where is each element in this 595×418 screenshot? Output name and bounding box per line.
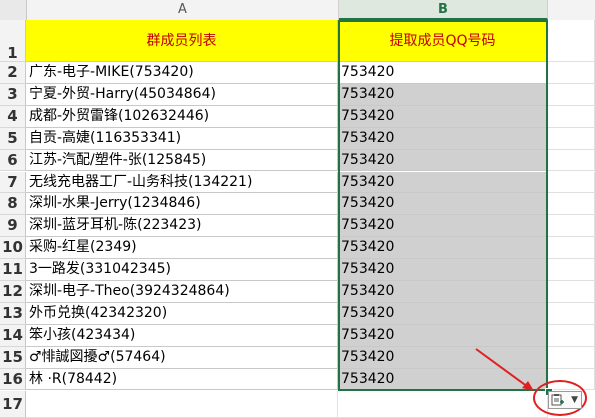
header-cell-b[interactable]: 提取成员QQ号码 — [338, 20, 548, 62]
row-header[interactable]: 14 — [0, 324, 26, 347]
row-header[interactable]: 12 — [0, 281, 26, 303]
empty-cell[interactable] — [548, 215, 595, 238]
column-header-c[interactable] — [548, 0, 595, 20]
member-name-cell[interactable]: 林 ·R(78442) — [26, 368, 338, 391]
row-header[interactable]: 15 — [0, 346, 26, 369]
empty-cell[interactable] — [548, 346, 595, 369]
empty-cell[interactable] — [548, 83, 595, 106]
empty-cell[interactable] — [548, 149, 595, 172]
empty-cell[interactable] — [548, 193, 595, 216]
row-header[interactable]: 8 — [0, 193, 26, 216]
row-header[interactable]: 4 — [0, 105, 26, 128]
column-header-b[interactable]: B — [339, 0, 548, 20]
qq-number-cell[interactable]: 753420 — [338, 193, 548, 216]
header-cell-a[interactable]: 群成员列表 — [26, 20, 338, 62]
qq-number-cell[interactable]: 753420 — [338, 215, 548, 238]
spreadsheet: A B 1 群成员列表 提取成员QQ号码 2 广东-电子-MIKE(753420)… — [0, 0, 595, 418]
qq-number-cell[interactable]: 753420 — [338, 62, 548, 84]
qq-number-cell[interactable]: 753420 — [338, 83, 548, 106]
empty-cell[interactable] — [26, 391, 338, 418]
member-name-cell[interactable]: 无线充电器工厂-山务科技(134221) — [26, 171, 338, 194]
empty-cell[interactable] — [548, 281, 595, 303]
row-header[interactable]: 11 — [0, 259, 26, 281]
row-header-17[interactable]: 17 — [0, 391, 26, 418]
member-name-cell[interactable]: 采购-红星(2349) — [26, 237, 338, 260]
paste-options-icon — [551, 394, 564, 406]
qq-number-cell[interactable]: 753420 — [338, 237, 548, 260]
column-header-a[interactable]: A — [27, 0, 339, 20]
empty-cell[interactable] — [548, 105, 595, 128]
row-header[interactable]: 10 — [0, 237, 26, 260]
row-header[interactable]: 5 — [0, 127, 26, 150]
chevron-down-icon: ▼ — [571, 395, 578, 405]
member-name-cell[interactable]: 笨小孩(423434) — [26, 324, 338, 347]
row-header[interactable]: 3 — [0, 83, 26, 106]
member-name-cell[interactable]: 深圳-水果-Jerry(1234846) — [26, 193, 338, 216]
empty-cell[interactable] — [548, 324, 595, 347]
empty-cell[interactable] — [548, 171, 595, 194]
qq-number-cell[interactable]: 753420 — [338, 171, 548, 194]
qq-number-cell[interactable]: 753420 — [338, 324, 548, 347]
member-name-cell[interactable]: 自贡-高婕(116353341) — [26, 127, 338, 150]
row-header-1[interactable]: 1 — [0, 20, 26, 62]
empty-cell[interactable] — [338, 391, 548, 418]
empty-cell[interactable] — [548, 237, 595, 260]
member-name-cell[interactable]: 江苏-汽配/塑件-张(125845) — [26, 149, 338, 172]
row-header[interactable]: 9 — [0, 215, 26, 238]
member-name-cell[interactable]: 3一路发(331042345) — [26, 259, 338, 281]
empty-cell[interactable] — [548, 259, 595, 281]
empty-cell[interactable] — [548, 62, 595, 84]
qq-number-cell[interactable]: 753420 — [338, 302, 548, 325]
select-all-corner[interactable] — [0, 0, 27, 20]
member-name-cell[interactable]: ♂悱誠図擾♂(57464) — [26, 346, 338, 369]
row-header[interactable]: 7 — [0, 171, 26, 194]
member-name-cell[interactable]: 宁夏-外贸-Harry(45034864) — [26, 83, 338, 106]
row-header[interactable]: 6 — [0, 149, 26, 172]
paste-options-button[interactable]: ▼ — [548, 391, 582, 409]
qq-number-cell[interactable]: 753420 — [338, 281, 548, 303]
member-name-cell[interactable]: 深圳-电子-Theo(3924324864) — [26, 281, 338, 303]
empty-cell[interactable] — [548, 127, 595, 150]
row-header[interactable]: 16 — [0, 368, 26, 391]
column-header-bar: A B — [0, 0, 595, 21]
member-name-cell[interactable]: 成都-外贸雷锋(102632446) — [26, 105, 338, 128]
member-name-cell[interactable]: 广东-电子-MIKE(753420) — [26, 62, 338, 84]
row-header[interactable]: 2 — [0, 62, 26, 84]
qq-number-cell[interactable]: 753420 — [338, 259, 548, 281]
qq-number-cell[interactable]: 753420 — [338, 149, 548, 172]
member-name-cell[interactable]: 外币兑换(42342320) — [26, 302, 338, 325]
qq-number-cell[interactable]: 753420 — [338, 127, 548, 150]
qq-number-cell[interactable]: 753420 — [338, 105, 548, 128]
arrow-icon — [475, 348, 534, 391]
row-header[interactable]: 13 — [0, 302, 26, 325]
empty-cell[interactable] — [548, 20, 595, 62]
member-name-cell[interactable]: 深圳-蓝牙耳机-陈(223423) — [26, 215, 338, 238]
empty-cell[interactable] — [548, 302, 595, 325]
